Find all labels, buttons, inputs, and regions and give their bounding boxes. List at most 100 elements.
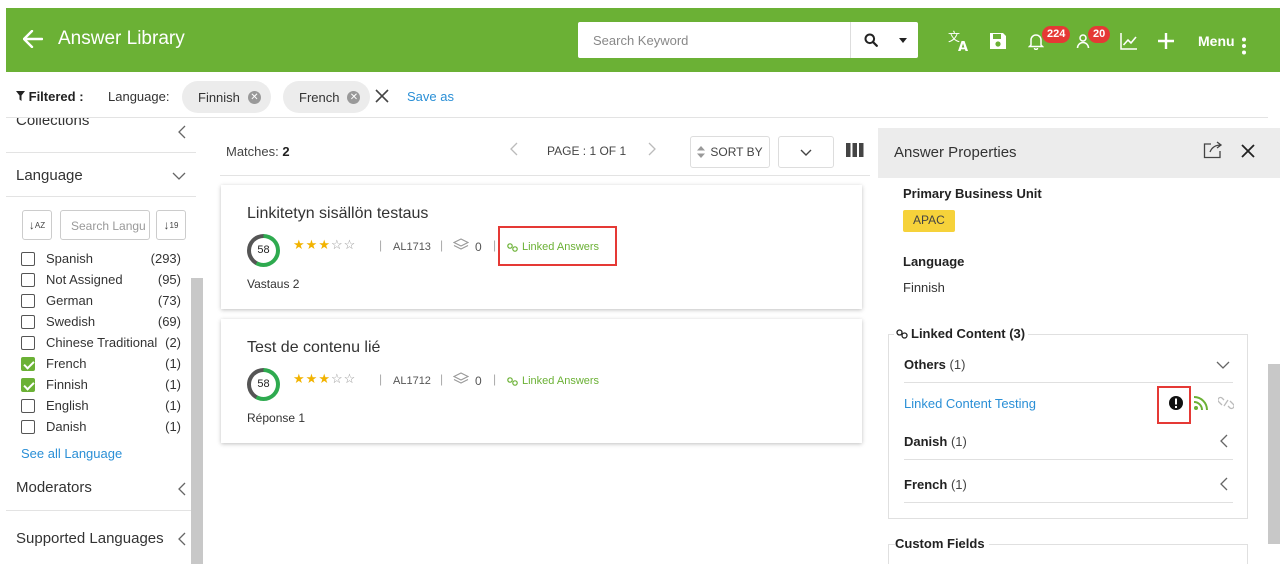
separator: | xyxy=(493,238,497,252)
panel-scrollbar[interactable] xyxy=(1268,364,1280,544)
language-checkbox[interactable] xyxy=(21,378,35,392)
language-option[interactable]: Finnish (1) xyxy=(21,375,181,396)
language-checkbox[interactable] xyxy=(21,357,35,371)
kebab-menu-icon[interactable] xyxy=(1242,34,1246,58)
chevron-left-icon[interactable] xyxy=(1220,434,1228,448)
back-arrow-icon[interactable] xyxy=(22,27,44,51)
language-count: (2) xyxy=(165,335,181,350)
sort-by-label: SORT BY xyxy=(710,145,763,159)
language-checkbox[interactable] xyxy=(21,273,35,287)
chip-remove-icon[interactable]: ✕ xyxy=(347,90,361,104)
sort-by-button[interactable]: SORT BY xyxy=(690,136,770,168)
answer-card[interactable]: Test de contenu lié 58 ★★★☆☆ | AL1712 | 0 | Link… xyxy=(221,319,862,443)
language-option[interactable]: Danish (1) xyxy=(21,417,181,438)
divider xyxy=(904,459,1233,460)
language-checkbox[interactable] xyxy=(21,252,35,266)
unlink-icon[interactable] xyxy=(1218,395,1234,411)
analytics-chart-icon[interactable] xyxy=(1120,29,1138,53)
chip-label: French xyxy=(299,89,340,105)
language-count: (1) xyxy=(165,398,181,413)
page: Answer Library 文A 224 20 xyxy=(0,0,1286,564)
star-icon[interactable]: ☆ xyxy=(331,371,344,386)
filter-chip-french[interactable]: French ✕ xyxy=(283,81,371,113)
search-button[interactable] xyxy=(850,22,890,58)
language-option[interactable]: Swedish (69) xyxy=(21,312,181,333)
chevron-down-icon[interactable] xyxy=(1216,361,1230,369)
chevron-down-icon[interactable] xyxy=(172,172,186,180)
star-icon[interactable]: ☆ xyxy=(344,371,357,386)
search-options-dropdown[interactable] xyxy=(890,22,916,58)
language-name: English xyxy=(46,398,89,413)
page-indicator: PAGE : 1 OF 1 xyxy=(547,144,627,158)
chevron-down-icon xyxy=(800,149,812,156)
star-icon[interactable]: ☆ xyxy=(331,237,344,252)
linked-content-title: Linked Content (3) xyxy=(911,326,1026,341)
sort-order-dropdown[interactable] xyxy=(778,136,834,168)
add-icon[interactable] xyxy=(1157,29,1175,53)
language-section[interactable]: Language xyxy=(16,167,83,184)
moderators-section[interactable]: Moderators xyxy=(16,479,92,496)
answer-title[interactable]: Test de contenu lié xyxy=(247,339,380,357)
collections-section[interactable]: Collections xyxy=(16,118,89,129)
star-icon[interactable]: ★ xyxy=(293,237,306,252)
group-danish[interactable]: Danish (1) xyxy=(904,434,967,449)
language-count: (95) xyxy=(157,272,181,287)
previous-page-icon[interactable] xyxy=(510,142,518,156)
answer-properties-panel: Answer Properties Primary Business Unit … xyxy=(878,128,1280,564)
language-checkbox[interactable] xyxy=(21,420,35,434)
chip-remove-icon[interactable]: ✕ xyxy=(247,90,261,104)
next-page-icon[interactable] xyxy=(648,142,656,156)
chevron-left-icon[interactable] xyxy=(1220,477,1228,491)
group-name: French xyxy=(904,477,948,492)
caret-down-icon xyxy=(899,37,907,43)
language-option[interactable]: German (73) xyxy=(21,291,181,312)
language-search-input[interactable]: Search Langu xyxy=(60,210,150,240)
linked-answers-link[interactable]: Linked Answers xyxy=(507,375,599,387)
chevron-left-icon[interactable] xyxy=(178,532,186,546)
star-icon[interactable]: ☆ xyxy=(344,237,357,252)
language-option[interactable]: Chinese Traditional (2) xyxy=(21,333,181,354)
search-input[interactable] xyxy=(578,22,850,58)
sort-az-button[interactable]: ↓ AZ xyxy=(22,210,52,240)
clear-filters-icon[interactable] xyxy=(374,88,390,109)
close-icon[interactable] xyxy=(1240,143,1256,159)
business-unit-tag: APAC xyxy=(903,210,955,232)
divider xyxy=(904,382,1233,383)
score-value: 58 xyxy=(251,372,276,397)
star-icon[interactable]: ★ xyxy=(306,371,319,386)
sort-count-button[interactable]: ↓ 19 xyxy=(156,210,186,240)
columns-view-icon[interactable] xyxy=(846,143,864,157)
chevron-left-icon[interactable] xyxy=(178,482,186,496)
language-checkbox[interactable] xyxy=(21,294,35,308)
filtered-label: Filtered : xyxy=(16,89,84,104)
answer-title[interactable]: Linkitetyn sisällön testaus xyxy=(247,205,428,223)
language-checkbox[interactable] xyxy=(21,315,35,329)
see-all-language-link[interactable]: See all Language xyxy=(21,446,122,461)
star-icon[interactable]: ★ xyxy=(318,371,331,386)
supported-languages-section[interactable]: Supported Languages xyxy=(16,530,164,547)
chevron-left-icon[interactable] xyxy=(178,125,186,139)
rss-feed-icon[interactable] xyxy=(1194,396,1208,410)
language-option[interactable]: French (1) xyxy=(21,354,181,375)
open-external-icon[interactable] xyxy=(1203,141,1223,159)
language-checkbox[interactable] xyxy=(21,336,35,350)
star-icon[interactable]: ★ xyxy=(293,371,306,386)
save-as-link[interactable]: Save as xyxy=(407,89,454,104)
save-icon[interactable] xyxy=(988,29,1008,53)
divider xyxy=(6,196,196,197)
star-icon[interactable]: ★ xyxy=(306,237,319,252)
linked-content-header: Linked Content (3) xyxy=(894,326,1029,341)
language-checkbox[interactable] xyxy=(21,399,35,413)
language-option[interactable]: Spanish (293) xyxy=(21,249,181,270)
translate-icon[interactable]: 文A xyxy=(948,29,972,53)
group-others[interactable]: Others (1) xyxy=(904,357,965,372)
star-icon[interactable]: ★ xyxy=(318,237,331,252)
linked-content-item-link[interactable]: Linked Content Testing xyxy=(904,396,1036,411)
language-option[interactable]: Not Assigned (95) xyxy=(21,270,181,291)
sidebar-scrollbar[interactable] xyxy=(191,278,203,564)
group-french[interactable]: French (1) xyxy=(904,477,967,492)
group-count: (1) xyxy=(950,477,967,492)
filter-chip-finnish[interactable]: Finnish ✕ xyxy=(182,81,271,113)
menu-button[interactable]: Menu xyxy=(1198,33,1235,49)
language-option[interactable]: English (1) xyxy=(21,396,181,417)
